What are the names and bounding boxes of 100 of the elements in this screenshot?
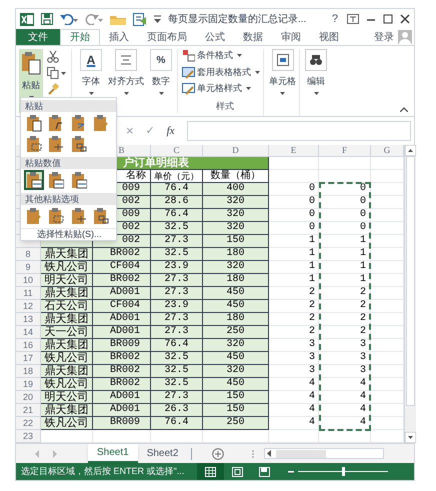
table-cell: BR002	[93, 274, 151, 287]
row-number[interactable]: 19	[16, 378, 41, 391]
ribbon-tab[interactable]: 审阅	[272, 29, 310, 45]
paste-option[interactable]	[24, 134, 44, 154]
empty-cell	[319, 157, 371, 170]
row-number[interactable]: 20	[16, 391, 41, 404]
table-cell: 鼎天集团	[41, 248, 93, 261]
table-cell: 4	[319, 417, 371, 430]
sheet-tab[interactable]: Sheet1	[88, 444, 138, 463]
table-cell: 2	[269, 287, 319, 300]
app-logo-icon	[20, 12, 34, 26]
table-cell: AD001	[93, 391, 151, 404]
number-glyph: %	[150, 49, 172, 71]
table-cell: 23.9	[151, 300, 203, 313]
table-cell: 150	[203, 235, 269, 248]
ribbon-tab[interactable]: 文件	[16, 29, 60, 45]
table-cell: CF004	[93, 261, 151, 274]
table-cell: 鼎天集团	[41, 313, 93, 326]
table-cell: 32.5	[151, 365, 203, 378]
table-cell: 180	[203, 274, 269, 287]
help-button[interactable]: ?	[330, 10, 340, 28]
insert-function-button[interactable]: fx	[166, 122, 175, 140]
row-number[interactable]: 21	[16, 404, 41, 417]
redo-icon[interactable]	[85, 13, 103, 25]
copy-icon[interactable]	[47, 67, 59, 79]
row-number[interactable]: 23	[16, 430, 41, 443]
normal-view-icon[interactable]	[197, 463, 224, 480]
ribbon-display-icon[interactable]	[347, 14, 359, 24]
table-cell: 4	[319, 391, 371, 404]
ribbon-tab[interactable]: 页面布局	[138, 29, 196, 45]
maximize-icon[interactable]	[383, 14, 393, 24]
row-number[interactable]: 13	[16, 313, 41, 326]
row-number[interactable]: 10	[16, 274, 41, 287]
table-cell: 400	[203, 183, 269, 196]
table-cell: 2	[319, 313, 371, 326]
collapse-ribbon-icon[interactable]	[400, 107, 408, 112]
ribbon-tab[interactable]: 视图	[310, 29, 348, 45]
table-cell: 2	[269, 313, 319, 326]
row-number[interactable]: 22	[16, 417, 41, 430]
cut-icon[interactable]	[47, 50, 59, 63]
row-number[interactable]: 17	[16, 352, 41, 365]
clipboard-icon	[26, 207, 42, 225]
cells-button[interactable]: 单元格	[266, 49, 299, 116]
cell-styles-button[interactable]: 单元格样式	[182, 82, 263, 96]
splitter-handle-icon[interactable]	[252, 450, 254, 458]
table-cell: 26.3	[151, 404, 203, 417]
table-cell: 鼎天集团	[41, 287, 93, 300]
table-cell: 3	[319, 339, 371, 352]
ribbon-tab[interactable]: 公式	[196, 29, 234, 45]
sign-in-link[interactable]: 登录	[370, 30, 398, 44]
formula-input[interactable]	[186, 121, 411, 141]
table-cell: 4	[319, 404, 371, 417]
conditional-formatting-button[interactable]: 条件格式	[182, 49, 263, 62]
caret-icon[interactable]	[61, 72, 66, 74]
table-cell: 4	[269, 417, 319, 430]
table-cell: 450	[203, 378, 269, 391]
caret-icon	[255, 70, 260, 74]
cell-style-icon	[182, 82, 195, 96]
column-header[interactable]: F	[319, 145, 371, 157]
column-header[interactable]: E	[269, 145, 319, 157]
scroll-up-icon[interactable]	[405, 145, 416, 156]
zoom-slider-thumb[interactable]	[342, 467, 344, 476]
table-cell: 1	[319, 248, 371, 261]
row-number[interactable]: 18	[16, 365, 41, 378]
ribbon-tab[interactable]: 开始	[60, 29, 100, 45]
row-number[interactable]: 14	[16, 326, 41, 339]
scroll-down-icon[interactable]	[405, 432, 416, 443]
ribbon-tab[interactable]: 数据	[234, 29, 272, 45]
row-number[interactable]: 11	[16, 287, 41, 300]
table-cell: 250	[203, 417, 269, 430]
horizontal-scrollbar[interactable]	[264, 448, 384, 459]
row-number[interactable]: 12	[16, 300, 41, 313]
paste-option[interactable]	[24, 170, 44, 190]
paste-option[interactable]	[46, 206, 66, 226]
row-number[interactable]: 8	[16, 248, 41, 261]
number-button[interactable]: % 数字	[147, 49, 175, 116]
close-icon[interactable]	[400, 14, 410, 24]
table-cell: 铁凡公司	[41, 417, 93, 430]
document-icon[interactable]	[133, 12, 147, 26]
scrollbar-thumb[interactable]	[276, 450, 326, 458]
undo-icon[interactable]	[60, 13, 78, 25]
vertical-scrollbar[interactable]	[404, 145, 416, 443]
add-sheet-icon[interactable]	[212, 448, 224, 460]
table-cell: 明天公司	[41, 391, 93, 404]
save-icon[interactable]	[41, 13, 53, 25]
table-cell: 鼎天集团	[41, 404, 93, 417]
sheet-tab[interactable]: Sheet2	[138, 444, 188, 463]
ribbon-tab[interactable]: 插入	[100, 29, 138, 45]
editing-button[interactable]: 编辑	[302, 49, 330, 116]
caret-icon	[124, 92, 128, 94]
table-cell: 76.4	[151, 339, 203, 352]
row-number[interactable]: 16	[16, 339, 41, 352]
alignment-button[interactable]: 对齐方式	[105, 49, 147, 116]
customize-icon[interactable]	[154, 15, 161, 23]
paste-option[interactable]	[24, 113, 44, 133]
row-number[interactable]: 9	[16, 261, 41, 274]
paste-option[interactable]	[46, 170, 66, 190]
format-as-table-button[interactable]: 套用表格格式	[182, 66, 263, 79]
table-cell: 180	[203, 248, 269, 261]
format-painter-icon[interactable]	[47, 83, 59, 95]
